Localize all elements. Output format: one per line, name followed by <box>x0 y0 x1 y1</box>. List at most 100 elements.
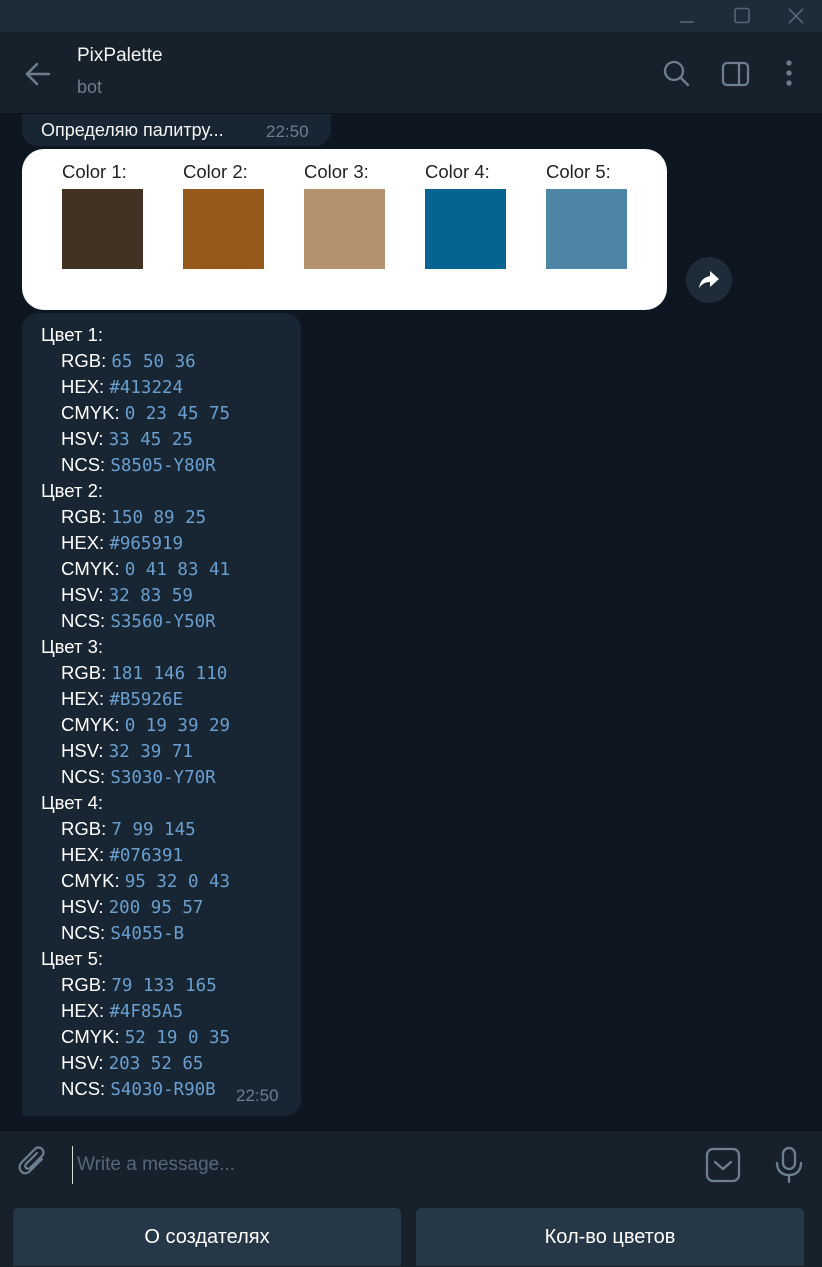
color-ncs-line: NCS: S8505-Y80R <box>61 452 216 479</box>
hex-label: HEX: <box>61 1000 105 1021</box>
ncs-value[interactable]: S4030-R90B <box>110 1080 215 1100</box>
close-window-button[interactable] <box>773 0 819 32</box>
color-cmyk-line: CMYK: 95 32 0 43 <box>61 868 230 895</box>
hsv-value[interactable]: 203 52 65 <box>109 1054 204 1074</box>
rgb-value[interactable]: 65 50 36 <box>111 352 195 372</box>
hex-label: HEX: <box>61 376 105 397</box>
cmyk-label: CMYK: <box>61 558 120 579</box>
color-heading: Цвет 1: <box>41 324 104 345</box>
color-hsv-line: HSV: 33 45 25 <box>61 426 193 453</box>
sidebar-toggle-icon <box>721 61 750 87</box>
color-swatch <box>546 189 627 269</box>
maximize-icon <box>734 7 750 24</box>
paperclip-icon <box>18 1146 45 1175</box>
color-count-button[interactable]: Кол-во цветов <box>416 1208 804 1266</box>
hsv-label: HSV: <box>61 428 104 449</box>
attach-button[interactable] <box>16 1145 54 1185</box>
color-swatch <box>425 189 506 269</box>
color-ncs-line: NCS: S4030-R90B <box>61 1076 216 1103</box>
hex-value[interactable]: #965919 <box>109 534 183 554</box>
hex-label: HEX: <box>61 532 105 553</box>
color-hex-line: HEX: #076391 <box>61 842 183 869</box>
voice-message-button[interactable] <box>772 1145 806 1185</box>
forward-button[interactable] <box>686 257 732 303</box>
rgb-label: RGB: <box>61 506 107 527</box>
cmyk-label: CMYK: <box>61 402 120 423</box>
hsv-label: HSV: <box>61 896 104 917</box>
ncs-value[interactable]: S8505-Y80R <box>110 456 215 476</box>
hsv-value[interactable]: 33 45 25 <box>109 430 193 450</box>
rgb-label: RGB: <box>61 818 107 839</box>
ncs-label: NCS: <box>61 454 106 475</box>
hex-value[interactable]: #4F85A5 <box>109 1002 183 1022</box>
ncs-label: NCS: <box>61 1078 106 1099</box>
color-swatch <box>304 189 385 269</box>
bot-keyboard: О создателях Кол-во цветов <box>0 1197 822 1267</box>
palette-image-message[interactable]: Color 1: Color 2: Color 3: Color 4: Colo… <box>22 149 667 310</box>
microphone-icon <box>775 1146 803 1184</box>
message-list[interactable]: Определяю палитру... 22:50 Color 1: Colo… <box>0 114 822 1130</box>
color-rgb-line: RGB: 79 133 165 <box>61 972 217 999</box>
minimize-button[interactable] <box>664 0 710 32</box>
color-ncs-line: NCS: S4055-B <box>61 920 184 947</box>
back-button[interactable] <box>18 54 58 94</box>
message-bubble-status: Определяю палитру... 22:50 <box>22 114 331 146</box>
close-icon <box>788 8 804 24</box>
ncs-value[interactable]: S3560-Y50R <box>110 612 215 632</box>
maximize-button[interactable] <box>719 0 765 32</box>
cmyk-value[interactable]: 52 19 0 35 <box>125 1028 230 1048</box>
color-ncs-line: NCS: S3030-Y70R <box>61 764 216 791</box>
cmyk-value[interactable]: 0 23 45 75 <box>125 404 230 424</box>
forward-arrow-icon <box>699 271 719 288</box>
search-button[interactable] <box>658 56 694 92</box>
message-input[interactable] <box>72 1146 679 1184</box>
keyboard-toggle-icon <box>705 1147 741 1183</box>
hex-value[interactable]: #413224 <box>109 378 183 398</box>
color-rgb-line: RGB: 7 99 145 <box>61 816 196 843</box>
hex-value[interactable]: #076391 <box>109 846 183 866</box>
hsv-label: HSV: <box>61 584 104 605</box>
about-creators-button[interactable]: О создателях <box>13 1208 401 1266</box>
color-hex-line: HEX: #965919 <box>61 530 183 557</box>
rgb-value[interactable]: 7 99 145 <box>111 820 195 840</box>
message-composer <box>0 1130 822 1198</box>
hex-label: HEX: <box>61 688 105 709</box>
window-title-bar <box>0 0 822 32</box>
color-swatch <box>62 189 143 269</box>
ncs-label: NCS: <box>61 610 106 631</box>
more-vertical-icon <box>786 60 792 86</box>
hsv-value[interactable]: 32 39 71 <box>109 742 193 762</box>
hsv-value[interactable]: 200 95 57 <box>109 898 204 918</box>
chat-title[interactable]: PixPalette <box>77 45 163 67</box>
more-options-button[interactable] <box>771 56 807 92</box>
message-time: 22:50 <box>236 1086 279 1105</box>
cmyk-label: CMYK: <box>61 714 120 735</box>
rgb-label: RGB: <box>61 350 107 371</box>
cmyk-value[interactable]: 95 32 0 43 <box>125 872 230 892</box>
cmyk-label: CMYK: <box>61 870 120 891</box>
cmyk-label: CMYK: <box>61 1026 120 1047</box>
cmyk-value[interactable]: 0 41 83 41 <box>125 560 230 580</box>
chat-status: bot <box>77 77 103 97</box>
color-heading: Цвет 2: <box>41 480 104 501</box>
search-icon <box>663 60 690 87</box>
ncs-value[interactable]: S4055-B <box>110 924 184 944</box>
color-hex-line: HEX: #4F85A5 <box>61 998 183 1025</box>
rgb-value[interactable]: 181 146 110 <box>111 664 227 684</box>
bot-keyboard-toggle[interactable] <box>704 1146 742 1184</box>
cmyk-value[interactable]: 0 19 39 29 <box>125 716 230 736</box>
rgb-value[interactable]: 79 133 165 <box>111 976 216 996</box>
hsv-value[interactable]: 32 83 59 <box>109 586 193 606</box>
rgb-value[interactable]: 150 89 25 <box>111 508 206 528</box>
sidebar-toggle-button[interactable] <box>718 56 754 92</box>
swatch-label: Color 4: <box>425 161 490 182</box>
message-text: Определяю палитру... <box>41 120 224 140</box>
ncs-label: NCS: <box>61 766 106 787</box>
back-arrow-icon <box>25 62 51 86</box>
color-cmyk-line: CMYK: 0 23 45 75 <box>61 400 230 427</box>
ncs-value[interactable]: S3030-Y70R <box>110 768 215 788</box>
color-cmyk-line: CMYK: 52 19 0 35 <box>61 1024 230 1051</box>
minimize-icon <box>680 21 694 23</box>
hsv-label: HSV: <box>61 740 104 761</box>
hex-value[interactable]: #B5926E <box>109 690 183 710</box>
